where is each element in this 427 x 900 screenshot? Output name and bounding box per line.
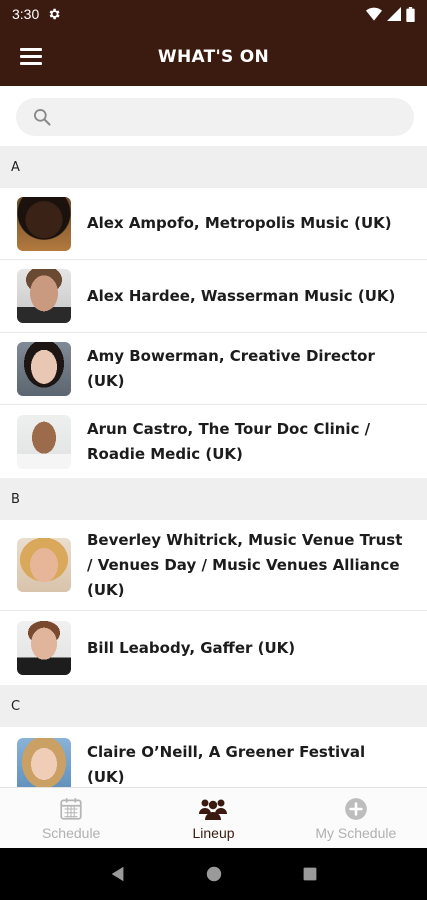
tab-label: Lineup xyxy=(192,824,235,841)
settings-icon xyxy=(49,8,60,20)
person-name: Alex Ampofo, Metropolis Music (UK) xyxy=(87,214,392,232)
tab-my-schedule[interactable]: My Schedule xyxy=(285,788,427,848)
avatar xyxy=(17,341,71,396)
avatar xyxy=(17,738,71,787)
list-item[interactable]: Beverley Whitrick, Music Venue Trust / V… xyxy=(0,520,427,611)
status-time: 3:30 xyxy=(12,6,40,22)
battery-icon xyxy=(406,6,415,22)
tab-schedule[interactable]: Schedule xyxy=(0,788,142,848)
section-header-c: C xyxy=(0,685,427,727)
bottom-nav: Schedule Lineup My Schedule xyxy=(0,787,427,848)
tab-label: My Schedule xyxy=(315,824,397,841)
status-bar: 3:30 xyxy=(0,0,427,28)
recents-icon[interactable] xyxy=(302,866,318,882)
back-icon[interactable] xyxy=(109,865,127,883)
home-icon[interactable] xyxy=(205,865,223,883)
people-icon xyxy=(199,799,228,820)
person-name: Bill Leabody, Gaffer (UK) xyxy=(87,638,296,657)
search-input[interactable] xyxy=(60,109,390,125)
tab-lineup[interactable]: Lineup xyxy=(142,788,284,848)
list-item[interactable]: Alex Hardee, Wasserman Music (UK) xyxy=(0,260,427,333)
list-item[interactable]: Amy Bowerman, Creative Director (UK) xyxy=(0,333,427,405)
app-bar: WHAT'S ON xyxy=(0,28,427,86)
system-nav-bar xyxy=(0,848,427,900)
menu-icon[interactable] xyxy=(20,48,42,66)
person-name: Beverley Whitrick, Music Venue Trust / V… xyxy=(87,530,403,599)
search-bar[interactable] xyxy=(16,98,414,136)
avatar xyxy=(17,269,71,323)
lineup-list: A Alex Ampofo, Metropolis Music (UK) Ale… xyxy=(0,146,427,787)
avatar xyxy=(17,414,71,469)
signal-icon xyxy=(387,7,401,21)
avatar xyxy=(17,196,71,251)
section-header-a: A xyxy=(0,146,427,188)
person-name: Arun Castro, The Tour Doc Clinic / Roadi… xyxy=(87,419,371,463)
page-title: WHAT'S ON xyxy=(157,47,270,67)
avatar xyxy=(17,538,71,592)
list-item[interactable]: Alex Ampofo, Metropolis Music (UK) xyxy=(0,188,427,260)
person-name: Amy Bowerman, Creative Director (UK) xyxy=(87,346,375,390)
section-header-b: B xyxy=(0,478,427,520)
avatar xyxy=(17,621,71,675)
search-icon xyxy=(34,109,51,126)
person-name: Claire O’Neill, A Greener Festival (UK) xyxy=(87,743,366,786)
wifi-icon xyxy=(366,7,382,21)
plus-circle-icon xyxy=(344,797,367,820)
search-area xyxy=(0,86,427,146)
list-item[interactable]: Claire O’Neill, A Greener Festival (UK) xyxy=(0,727,427,787)
list-item[interactable]: Arun Castro, The Tour Doc Clinic / Roadi… xyxy=(0,405,427,478)
tab-label: Schedule xyxy=(41,824,101,841)
calendar-icon xyxy=(60,797,82,820)
list-item[interactable]: Bill Leabody, Gaffer (UK) xyxy=(0,611,427,685)
person-name: Alex Hardee, Wasserman Music (UK) xyxy=(87,286,396,305)
